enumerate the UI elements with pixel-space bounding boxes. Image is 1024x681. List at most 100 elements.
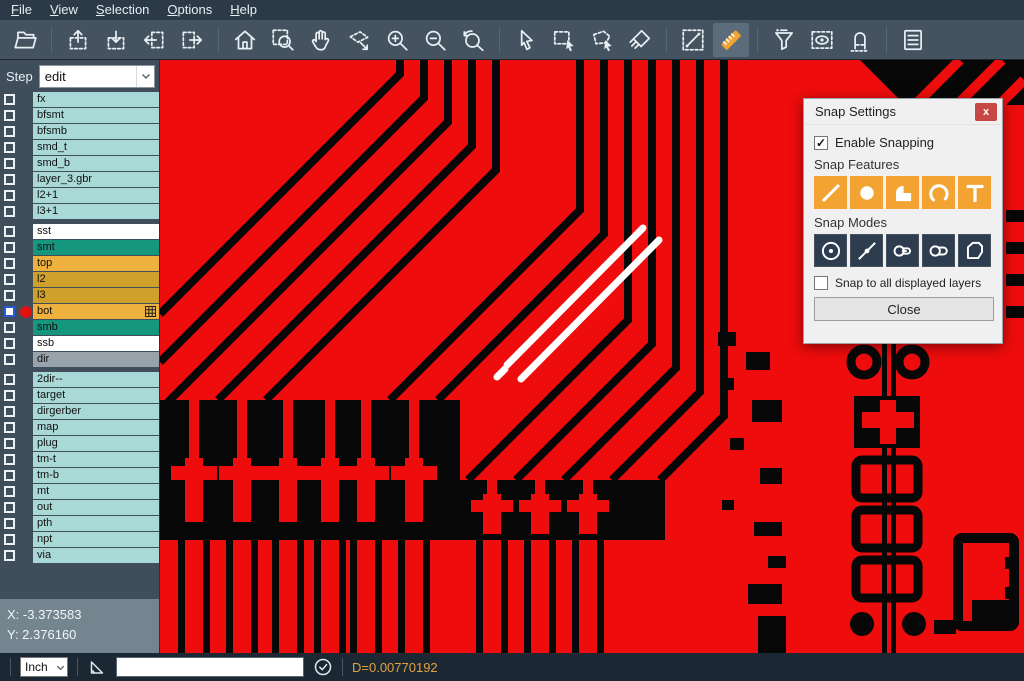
layer-row-sst[interactable]: sst — [0, 224, 159, 239]
layer-row-pth[interactable]: pth — [0, 516, 159, 531]
apply-check-icon[interactable] — [313, 657, 333, 677]
layer-checkbox-l3+1[interactable] — [4, 206, 15, 217]
snap-feature-pad-surface[interactable] — [886, 176, 919, 209]
layer-checkbox-dirgerber[interactable] — [4, 406, 15, 417]
layer-checkbox-out[interactable] — [4, 502, 15, 513]
layer-checkbox-mt[interactable] — [4, 486, 15, 497]
layer-checkbox-smd_t[interactable] — [4, 142, 15, 153]
tool-nudge-left[interactable] — [136, 23, 172, 57]
layer-checkbox-bot[interactable] — [4, 306, 15, 317]
layer-row-layer_3.gbr[interactable]: layer_3.gbr — [0, 172, 159, 187]
snap-mode-slot-key[interactable] — [886, 234, 919, 267]
layer-checkbox-plug[interactable] — [4, 438, 15, 449]
layer-checkbox-l2+1[interactable] — [4, 190, 15, 201]
layer-row-l3+1[interactable]: l3+1 — [0, 204, 159, 219]
pcb-canvas[interactable]: Snap Settings x ✓ Enable Snapping Snap F… — [160, 60, 1024, 653]
layer-row-target[interactable]: target — [0, 388, 159, 403]
menu-item-options[interactable]: Options — [158, 0, 221, 20]
tool-zoom-previous[interactable] — [455, 23, 491, 57]
enable-snapping-checkbox[interactable]: ✓ — [814, 136, 828, 150]
tool-zoom-out[interactable] — [417, 23, 453, 57]
snap-feature-line[interactable] — [814, 176, 847, 209]
layer-checkbox-smb[interactable] — [4, 322, 15, 333]
layer-checkbox-top[interactable] — [4, 258, 15, 269]
menu-item-help[interactable]: Help — [221, 0, 266, 20]
tool-view-area[interactable] — [804, 23, 840, 57]
layer-checkbox-bfsmb[interactable] — [4, 126, 15, 137]
layer-row-fx[interactable]: fx — [0, 92, 159, 107]
tool-select-poly[interactable] — [584, 23, 620, 57]
close-button[interactable]: Close — [814, 297, 994, 321]
layer-row-l2[interactable]: l2 — [0, 272, 159, 287]
step-select[interactable]: edit — [39, 65, 155, 88]
layer-row-smt[interactable]: smt — [0, 240, 159, 255]
menu-item-selection[interactable]: Selection — [87, 0, 158, 20]
tool-transform[interactable] — [341, 23, 377, 57]
layer-checkbox-dir[interactable] — [4, 354, 15, 365]
dialog-close-icon[interactable]: x — [975, 103, 997, 121]
layer-row-dirgerber[interactable]: dirgerber — [0, 404, 159, 419]
tool-select-rect[interactable] — [546, 23, 582, 57]
tool-pan-hand[interactable] — [303, 23, 339, 57]
snap-feature-arc[interactable] — [922, 176, 955, 209]
layer-checkbox-tm-t[interactable] — [4, 454, 15, 465]
layer-checkbox-pth[interactable] — [4, 518, 15, 529]
tool-nudge-up[interactable] — [60, 23, 96, 57]
layer-checkbox-l3[interactable] — [4, 290, 15, 301]
tool-brush[interactable] — [622, 23, 658, 57]
snap-mode-center[interactable] — [814, 234, 847, 267]
layer-row-plug[interactable]: plug — [0, 436, 159, 451]
layer-row-smb[interactable]: smb — [0, 320, 159, 335]
layer-row-mt[interactable]: mt — [0, 484, 159, 499]
angle-measure-icon[interactable] — [87, 657, 107, 677]
layer-checkbox-bfsmt[interactable] — [4, 110, 15, 121]
tool-ruler[interactable] — [713, 23, 749, 57]
layer-row-ssb[interactable]: ssb — [0, 336, 159, 351]
tool-select-arrow[interactable] — [508, 23, 544, 57]
layer-row-bfsmt[interactable]: bfsmt — [0, 108, 159, 123]
layer-row-2dir--[interactable]: 2dir-- — [0, 372, 159, 387]
tool-filter[interactable] — [766, 23, 802, 57]
layer-row-bfsmb[interactable]: bfsmb — [0, 124, 159, 139]
layer-row-dir[interactable]: dir — [0, 352, 159, 367]
tool-zoom-area[interactable] — [265, 23, 301, 57]
layer-row-via[interactable]: via — [0, 548, 159, 563]
layer-row-smd_b[interactable]: smd_b — [0, 156, 159, 171]
layer-checkbox-target[interactable] — [4, 390, 15, 401]
unit-select[interactable]: Inch — [20, 657, 68, 677]
layer-row-map[interactable]: map — [0, 420, 159, 435]
layer-row-smd_t[interactable]: smd_t — [0, 140, 159, 155]
tool-home[interactable] — [227, 23, 263, 57]
layer-checkbox-sst[interactable] — [4, 226, 15, 237]
tool-measure[interactable] — [675, 23, 711, 57]
layer-checkbox-map[interactable] — [4, 422, 15, 433]
tool-report[interactable] — [895, 23, 931, 57]
tool-open-folder[interactable] — [7, 23, 43, 57]
layer-row-tm-b[interactable]: tm-b — [0, 468, 159, 483]
layer-row-out[interactable]: out — [0, 500, 159, 515]
layer-checkbox-layer_3.gbr[interactable] — [4, 174, 15, 185]
measure-input[interactable] — [116, 657, 304, 677]
layer-row-l3[interactable]: l3 — [0, 288, 159, 303]
menu-item-view[interactable]: View — [41, 0, 87, 20]
tool-snap-magnet[interactable] — [842, 23, 878, 57]
snap-mode-slot[interactable] — [922, 234, 955, 267]
snap-feature-pad-circle[interactable] — [850, 176, 883, 209]
snap-mode-midpoint[interactable] — [850, 234, 883, 267]
layer-checkbox-2dir--[interactable] — [4, 374, 15, 385]
layer-row-bot[interactable]: bot — [0, 304, 159, 319]
layer-checkbox-smt[interactable] — [4, 242, 15, 253]
layer-row-tm-t[interactable]: tm-t — [0, 452, 159, 467]
layer-checkbox-smd_b[interactable] — [4, 158, 15, 169]
layer-checkbox-npt[interactable] — [4, 534, 15, 545]
layer-checkbox-tm-b[interactable] — [4, 470, 15, 481]
menu-item-file[interactable]: File — [2, 0, 41, 20]
snap-mode-outline[interactable] — [958, 234, 991, 267]
tool-zoom-in[interactable] — [379, 23, 415, 57]
layer-row-top[interactable]: top — [0, 256, 159, 271]
tool-nudge-down[interactable] — [98, 23, 134, 57]
layer-checkbox-fx[interactable] — [4, 94, 15, 105]
layer-checkbox-l2[interactable] — [4, 274, 15, 285]
layer-row-npt[interactable]: npt — [0, 532, 159, 547]
layer-row-l2+1[interactable]: l2+1 — [0, 188, 159, 203]
